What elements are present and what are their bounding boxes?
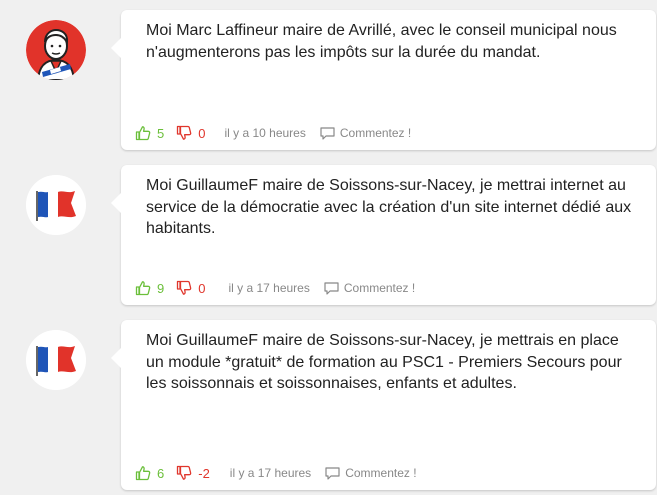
thumbs-up-icon <box>135 466 151 481</box>
comment-label: Commentez ! <box>343 281 416 295</box>
comment-button[interactable]: Commentez ! <box>324 281 415 295</box>
post-timestamp: il y a 10 heures <box>224 126 306 140</box>
post-meta-bar: 9 0 il y a 17 heures Commentez ! <box>135 279 415 297</box>
dislike-button[interactable]: -2 <box>176 465 210 481</box>
like-count: 5 <box>157 125 165 141</box>
speech-bubble-icon <box>324 281 339 295</box>
dislike-button[interactable]: 0 <box>176 125 205 141</box>
like-button[interactable]: 6 <box>135 465 164 481</box>
like-button[interactable]: 5 <box>135 125 164 141</box>
post-timestamp: il y a 17 heures <box>228 281 310 295</box>
post-text: Moi GuillaumeF maire de Soissons-sur-Nac… <box>146 332 622 392</box>
speech-bubble-icon <box>320 126 335 140</box>
mayor-avatar-graphic <box>26 20 86 80</box>
thumbs-up-icon <box>135 126 151 141</box>
dislike-button[interactable]: 0 <box>176 280 205 296</box>
comment-button[interactable]: Commentez ! <box>320 126 411 140</box>
post-item: Moi GuillaumeF maire de Soissons-sur-Nac… <box>0 310 657 495</box>
post-card: Moi GuillaumeF maire de Soissons-sur-Nac… <box>111 165 656 305</box>
comment-label: Commentez ! <box>345 466 417 480</box>
like-count: 9 <box>157 280 165 296</box>
french-flag-graphic <box>26 330 86 390</box>
dislike-count: -2 <box>198 465 210 481</box>
post-meta-bar: 6 -2 il y a 17 heures Commentez ! <box>135 464 417 482</box>
dislike-count: 0 <box>198 125 206 141</box>
post-text: Moi Marc Laffineur maire de Avrillé, ave… <box>146 22 617 61</box>
dislike-count: 0 <box>198 280 206 296</box>
thumbs-down-icon <box>177 280 192 295</box>
post-card: Moi Marc Laffineur maire de Avrillé, ave… <box>111 10 656 150</box>
french-flag-icon[interactable] <box>26 175 86 235</box>
thumbs-up-icon <box>135 281 151 296</box>
french-flag-icon[interactable] <box>26 330 86 390</box>
french-flag-graphic <box>26 175 86 235</box>
speech-bubble-icon <box>325 466 340 480</box>
like-count: 6 <box>157 465 165 481</box>
post-timestamp: il y a 17 heures <box>229 466 312 480</box>
post-feed: Moi Marc Laffineur maire de Avrillé, ave… <box>0 0 657 495</box>
like-button[interactable]: 9 <box>135 280 164 296</box>
post-item: Moi Marc Laffineur maire de Avrillé, ave… <box>0 0 657 155</box>
comment-button[interactable]: Commentez ! <box>325 466 417 480</box>
thumbs-down-icon <box>177 125 192 140</box>
post-card: Moi GuillaumeF maire de Soissons-sur-Nac… <box>111 320 656 490</box>
mayor-avatar-icon[interactable] <box>26 20 86 80</box>
thumbs-down-icon <box>177 465 192 480</box>
post-meta-bar: 5 0 il y a 10 heures Commentez ! <box>135 124 411 142</box>
comment-label: Commentez ! <box>339 126 412 140</box>
post-item: Moi GuillaumeF maire de Soissons-sur-Nac… <box>0 155 657 310</box>
post-text: Moi GuillaumeF maire de Soissons-sur-Nac… <box>146 177 632 237</box>
